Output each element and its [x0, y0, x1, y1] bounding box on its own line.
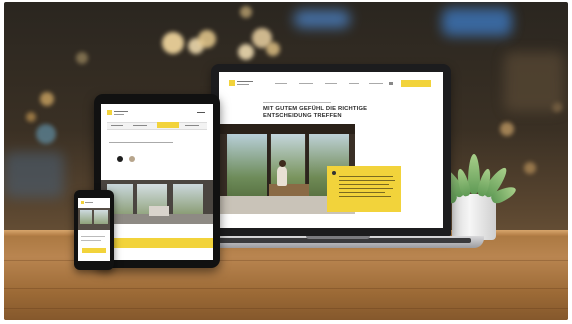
- tablet-cta-button[interactable]: [101, 238, 213, 248]
- bokeh-light: [198, 30, 216, 48]
- nav-item[interactable]: [325, 83, 337, 84]
- cta-button[interactable]: [401, 80, 431, 87]
- nav-item[interactable]: [369, 83, 383, 84]
- tab-item[interactable]: [133, 125, 147, 126]
- bokeh-light: [26, 112, 36, 122]
- logo-text: [237, 81, 253, 82]
- bokeh-light: [36, 124, 56, 144]
- laptop-notch: [306, 236, 370, 239]
- site-logo-icon: [229, 80, 235, 86]
- color-swatch-beige[interactable]: [129, 156, 135, 162]
- quote-icon: [332, 171, 336, 175]
- bokeh-light: [238, 44, 254, 60]
- tab-item[interactable]: [111, 125, 123, 126]
- window-glow: [504, 52, 564, 112]
- plant-pot: [452, 194, 496, 240]
- bokeh-light: [524, 162, 536, 174]
- bokeh-light: [40, 92, 54, 106]
- kicker-text: [263, 102, 331, 103]
- logo-text: [85, 202, 93, 203]
- tablet-screen: [101, 104, 213, 260]
- hero-headline-line1: MIT GUTEM GEFÜHL DIE RICHTIGE: [263, 106, 368, 112]
- bokeh-light: [240, 6, 252, 18]
- room-image: [101, 180, 213, 224]
- nav-item[interactable]: [275, 83, 287, 84]
- window-glow: [4, 152, 64, 198]
- hero-headline: MIT GUTEM GEFÜHL DIE RICHTIGE ENTSCHEIDU…: [263, 106, 423, 119]
- search-icon[interactable]: [389, 82, 393, 85]
- text-line: [81, 236, 105, 237]
- bokeh-light: [266, 42, 280, 56]
- bokeh-light: [162, 32, 184, 54]
- laptop-screen: MIT GUTEM GEFÜHL DIE RICHTIGE ENTSCHEIDU…: [219, 72, 443, 228]
- tab-item[interactable]: [185, 125, 199, 126]
- phone-screen: [78, 198, 110, 261]
- window-glow: [294, 10, 350, 28]
- logo-text: [114, 111, 128, 112]
- phone-cta-button[interactable]: [82, 248, 106, 253]
- info-card: [327, 166, 401, 212]
- bokeh-light: [76, 52, 88, 64]
- nav-item[interactable]: [299, 83, 313, 84]
- logo-text: [237, 84, 249, 85]
- text-line: [109, 142, 173, 143]
- site-logo-icon: [81, 201, 84, 204]
- tab-active[interactable]: [157, 122, 179, 128]
- text-line: [81, 240, 101, 241]
- window-glow: [442, 8, 512, 36]
- hero-headline-line2: ENTSCHEIDUNG TREFFEN: [263, 112, 342, 119]
- logo-text: [114, 114, 124, 115]
- menu-icon[interactable]: [197, 112, 205, 113]
- site-logo-icon: [107, 110, 112, 115]
- color-swatch-black[interactable]: [117, 156, 123, 162]
- bokeh-light: [500, 122, 514, 136]
- nav-item[interactable]: [349, 83, 359, 84]
- phone-hero-image: [78, 208, 110, 230]
